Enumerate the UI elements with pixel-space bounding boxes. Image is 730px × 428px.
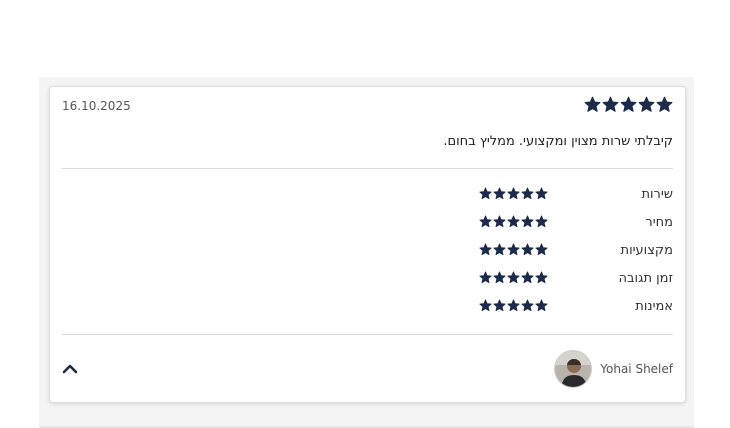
user-avatar-icon [555,351,592,387]
star-icon [507,243,520,256]
rating-stars [479,271,548,284]
star-icon [521,215,534,228]
star-icon [507,271,520,284]
star-icon [535,299,548,312]
star-icon [638,96,655,112]
star-icon [493,271,506,284]
star-icon [521,271,534,284]
star-icon [493,299,506,312]
star-icon [479,215,492,228]
star-icon [479,299,492,312]
rating-label: זמן תגובה [618,271,673,286]
review-text: קיבלתי שרות מצוין ומקצועי. ממליץ בחום. [443,134,673,149]
chevron-up-icon [62,364,78,374]
star-icon [521,187,534,200]
rating-stars [479,187,548,200]
divider [62,334,673,335]
star-icon [620,96,637,112]
star-icon [656,96,673,112]
rating-stars [479,215,548,228]
review-date: 16.10.2025 [62,99,131,113]
star-icon [507,215,520,228]
rating-label: אמינות [635,299,673,314]
star-icon [535,215,548,228]
rating-row: שירות [62,182,673,210]
star-icon [535,271,548,284]
star-icon [584,96,601,112]
star-icon [521,299,534,312]
star-icon [493,215,506,228]
divider [62,168,673,169]
collapse-button[interactable] [60,359,80,379]
rating-row: מקצועיות [62,238,673,266]
rating-label: שירות [641,187,673,202]
star-icon [521,243,534,256]
star-icon [507,299,520,312]
author-name[interactable]: Yohai Shelef [600,362,673,376]
rating-breakdown: שירות מחיר מקצועיות זמן תגובה אמינות [62,182,673,322]
star-icon [493,243,506,256]
author-avatar[interactable] [554,350,593,388]
rating-row: אמינות [62,294,673,322]
star-icon [602,96,619,112]
star-icon [493,187,506,200]
review-author: Yohai Shelef [554,350,673,388]
rating-label: מקצועיות [620,243,673,258]
star-icon [479,187,492,200]
rating-stars [479,299,548,312]
star-icon [479,271,492,284]
star-icon [479,243,492,256]
star-icon [535,187,548,200]
overall-rating-stars [584,96,673,113]
rating-row: מחיר [62,210,673,238]
rating-label: מחיר [645,215,673,230]
review-card: 16.10.2025 קיבלתי שרות מצוין ומקצועי. ממ… [49,86,686,403]
star-icon [535,243,548,256]
rating-row: זמן תגובה [62,266,673,294]
rating-stars [479,243,548,256]
star-icon [507,187,520,200]
